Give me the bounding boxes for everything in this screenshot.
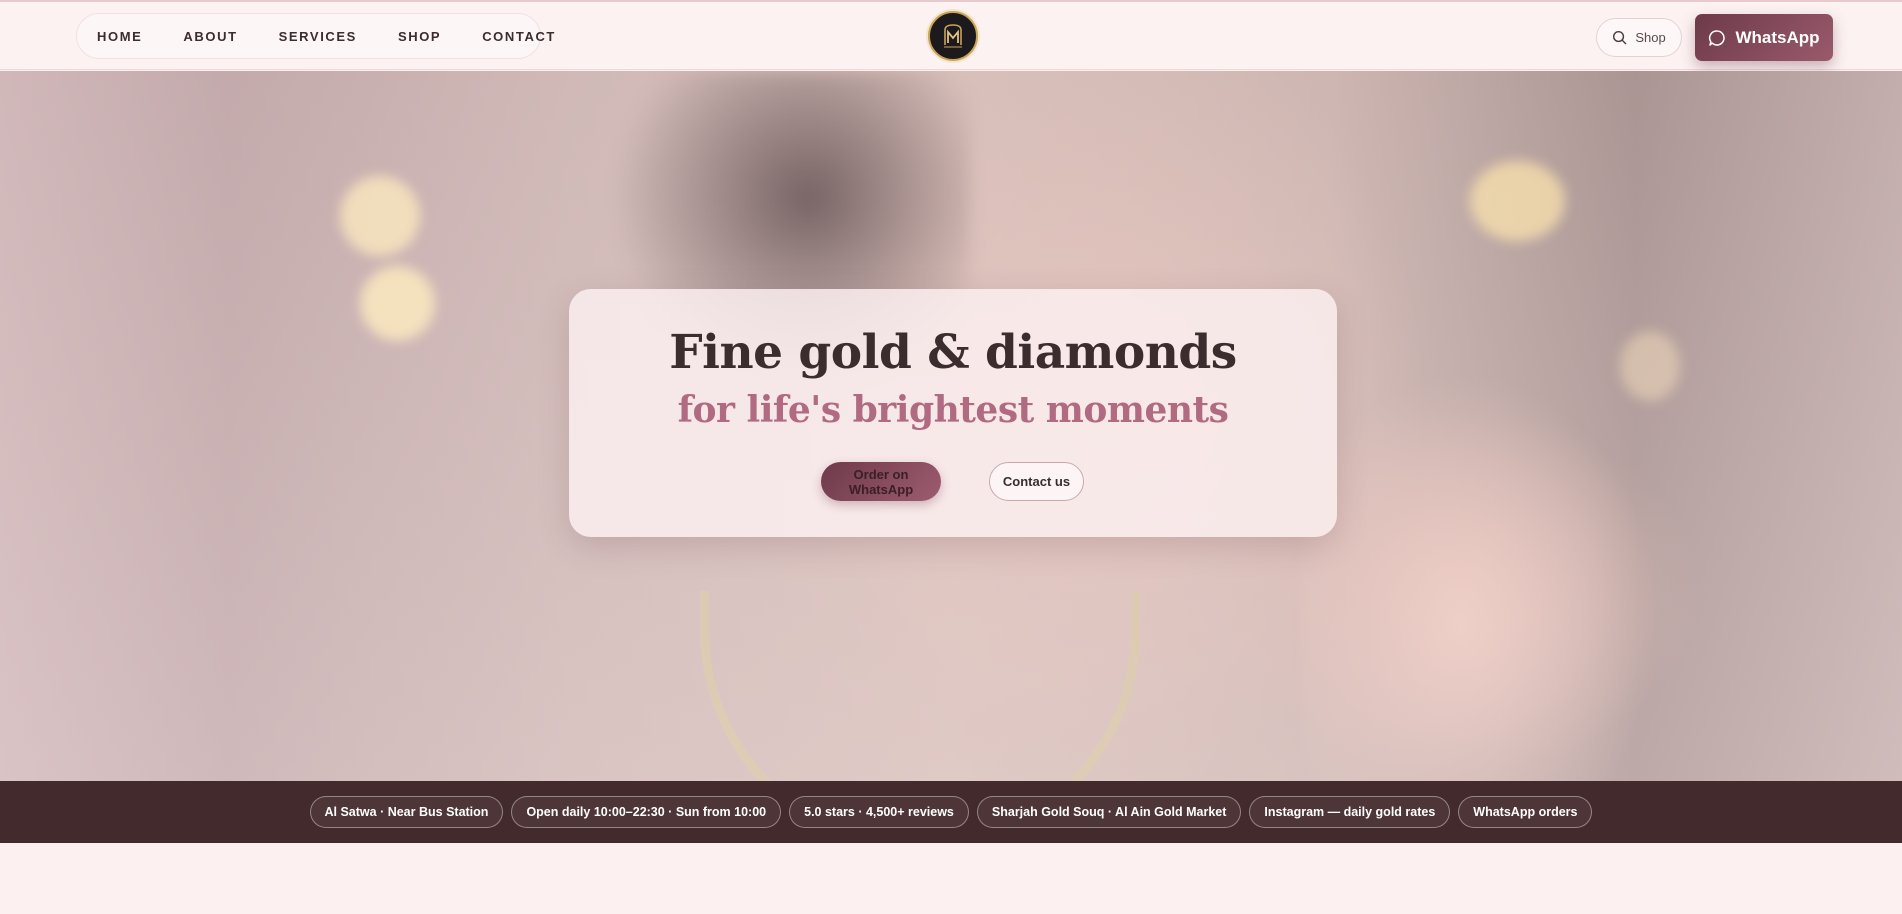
nav-item-about[interactable]: ABOUT	[183, 29, 237, 44]
nav-item-home[interactable]: HOME	[97, 29, 142, 44]
hero-title: Fine gold & diamonds	[669, 325, 1237, 380]
shop-search-label: Shop	[1635, 30, 1666, 45]
info-chip-branches: Sharjah Gold Souq · Al Ain Gold Market	[976, 796, 1242, 828]
contact-us-button[interactable]: Contact us	[989, 462, 1084, 501]
hero-subtitle: for life's brightest moments	[677, 389, 1229, 431]
info-chip-location: Al Satwa · Near Bus Station	[309, 796, 504, 828]
brand-logo[interactable]	[928, 11, 978, 61]
info-strip: Al Satwa · Near Bus Station Open daily 1…	[0, 781, 1902, 843]
nav-item-services[interactable]: SERVICES	[279, 29, 357, 44]
search-icon	[1613, 30, 1627, 45]
next-section	[0, 843, 1902, 914]
nav-item-shop[interactable]: SHOP	[398, 29, 441, 44]
hero-section: Fine gold & diamonds for life's brightes…	[0, 71, 1902, 781]
order-whatsapp-button[interactable]: Order on WhatsApp	[821, 462, 941, 501]
whatsapp-header-label: WhatsApp	[1735, 27, 1820, 47]
info-chip-instagram: Instagram — daily gold rates	[1249, 796, 1451, 828]
nav-item-contact[interactable]: CONTACT	[482, 29, 556, 44]
site-header: HOME ABOUT SERVICES SHOP CONTACT Shop Wh…	[0, 2, 1902, 70]
info-chip-reviews: 5.0 stars · 4,500+ reviews	[789, 796, 969, 828]
info-chip-whatsapp: WhatsApp orders	[1458, 796, 1593, 828]
main-nav: HOME ABOUT SERVICES SHOP CONTACT	[76, 13, 554, 59]
info-chip-hours: Open daily 10:00–22:30 · Sun from 10:00	[511, 796, 782, 828]
shop-search-button[interactable]: Shop	[1596, 18, 1682, 57]
whatsapp-header-button[interactable]: WhatsApp	[1695, 14, 1833, 61]
hero-card: Fine gold & diamonds for life's brightes…	[569, 289, 1337, 537]
chat-bubble-icon	[1709, 29, 1726, 46]
brand-monogram-logo	[944, 24, 962, 48]
